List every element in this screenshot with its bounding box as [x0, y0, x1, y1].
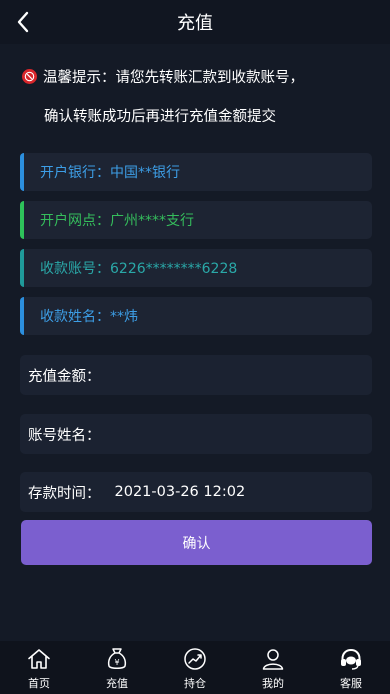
- notice: 温馨提示：请您先转账汇款到收款账号， 确认转账成功后再进行充值金额提交: [22, 66, 372, 126]
- user-icon: [262, 649, 284, 670]
- time-value[interactable]: 2021-03-26 12:02: [115, 484, 246, 500]
- name-field: 账号姓名：: [20, 414, 372, 454]
- name-label: 账号姓名：: [28, 427, 101, 444]
- chevron-left-icon[interactable]: [12, 11, 34, 33]
- bank-name-card: 开户银行：中国**银行: [20, 153, 372, 191]
- amount-label: 充值金额：: [28, 368, 101, 385]
- tab-mine-label: 我的: [262, 677, 284, 690]
- name-input[interactable]: [100, 414, 372, 454]
- tab-service[interactable]: 客服: [312, 641, 390, 694]
- notice-text-1: 温馨提示：请您先转账汇款到收款账号，: [43, 70, 304, 86]
- bottom-tab-bar: 首页 ¥ 充值 持仓 我的 客服: [0, 641, 390, 694]
- time-field[interactable]: 存款时间： 2021-03-26 12:02: [20, 472, 372, 512]
- svg-text:¥: ¥: [114, 658, 119, 667]
- tab-mine[interactable]: 我的: [234, 641, 312, 694]
- chart-icon: [184, 648, 206, 670]
- amount-field: 充值金额：: [20, 355, 372, 395]
- tab-positions-label: 持仓: [184, 677, 206, 690]
- tab-service-label: 客服: [340, 677, 362, 690]
- tab-home-label: 首页: [28, 677, 50, 690]
- tab-recharge[interactable]: ¥ 充值: [78, 641, 156, 694]
- home-icon: [28, 649, 50, 669]
- notice-text-2: 确认转账成功后再进行充值金额提交: [44, 109, 276, 125]
- account-number-card: 收款账号：6226********6228: [20, 249, 372, 287]
- bank-branch-card: 开户网点：广州****支行: [20, 201, 372, 239]
- time-label: 存款时间：: [28, 485, 101, 502]
- account-holder-card: 收款姓名：**炜: [20, 297, 372, 335]
- confirm-button[interactable]: 确认: [21, 520, 372, 565]
- page-title: 充值: [177, 13, 213, 34]
- tab-positions[interactable]: 持仓: [156, 641, 234, 694]
- tab-home[interactable]: 首页: [0, 641, 78, 694]
- warning-icon: [22, 69, 37, 84]
- headset-icon: [341, 648, 361, 670]
- amount-input[interactable]: [100, 355, 372, 395]
- tab-recharge-label: 充值: [106, 677, 128, 690]
- top-bar: 充值: [0, 0, 390, 44]
- money-bag-icon: ¥: [107, 648, 127, 669]
